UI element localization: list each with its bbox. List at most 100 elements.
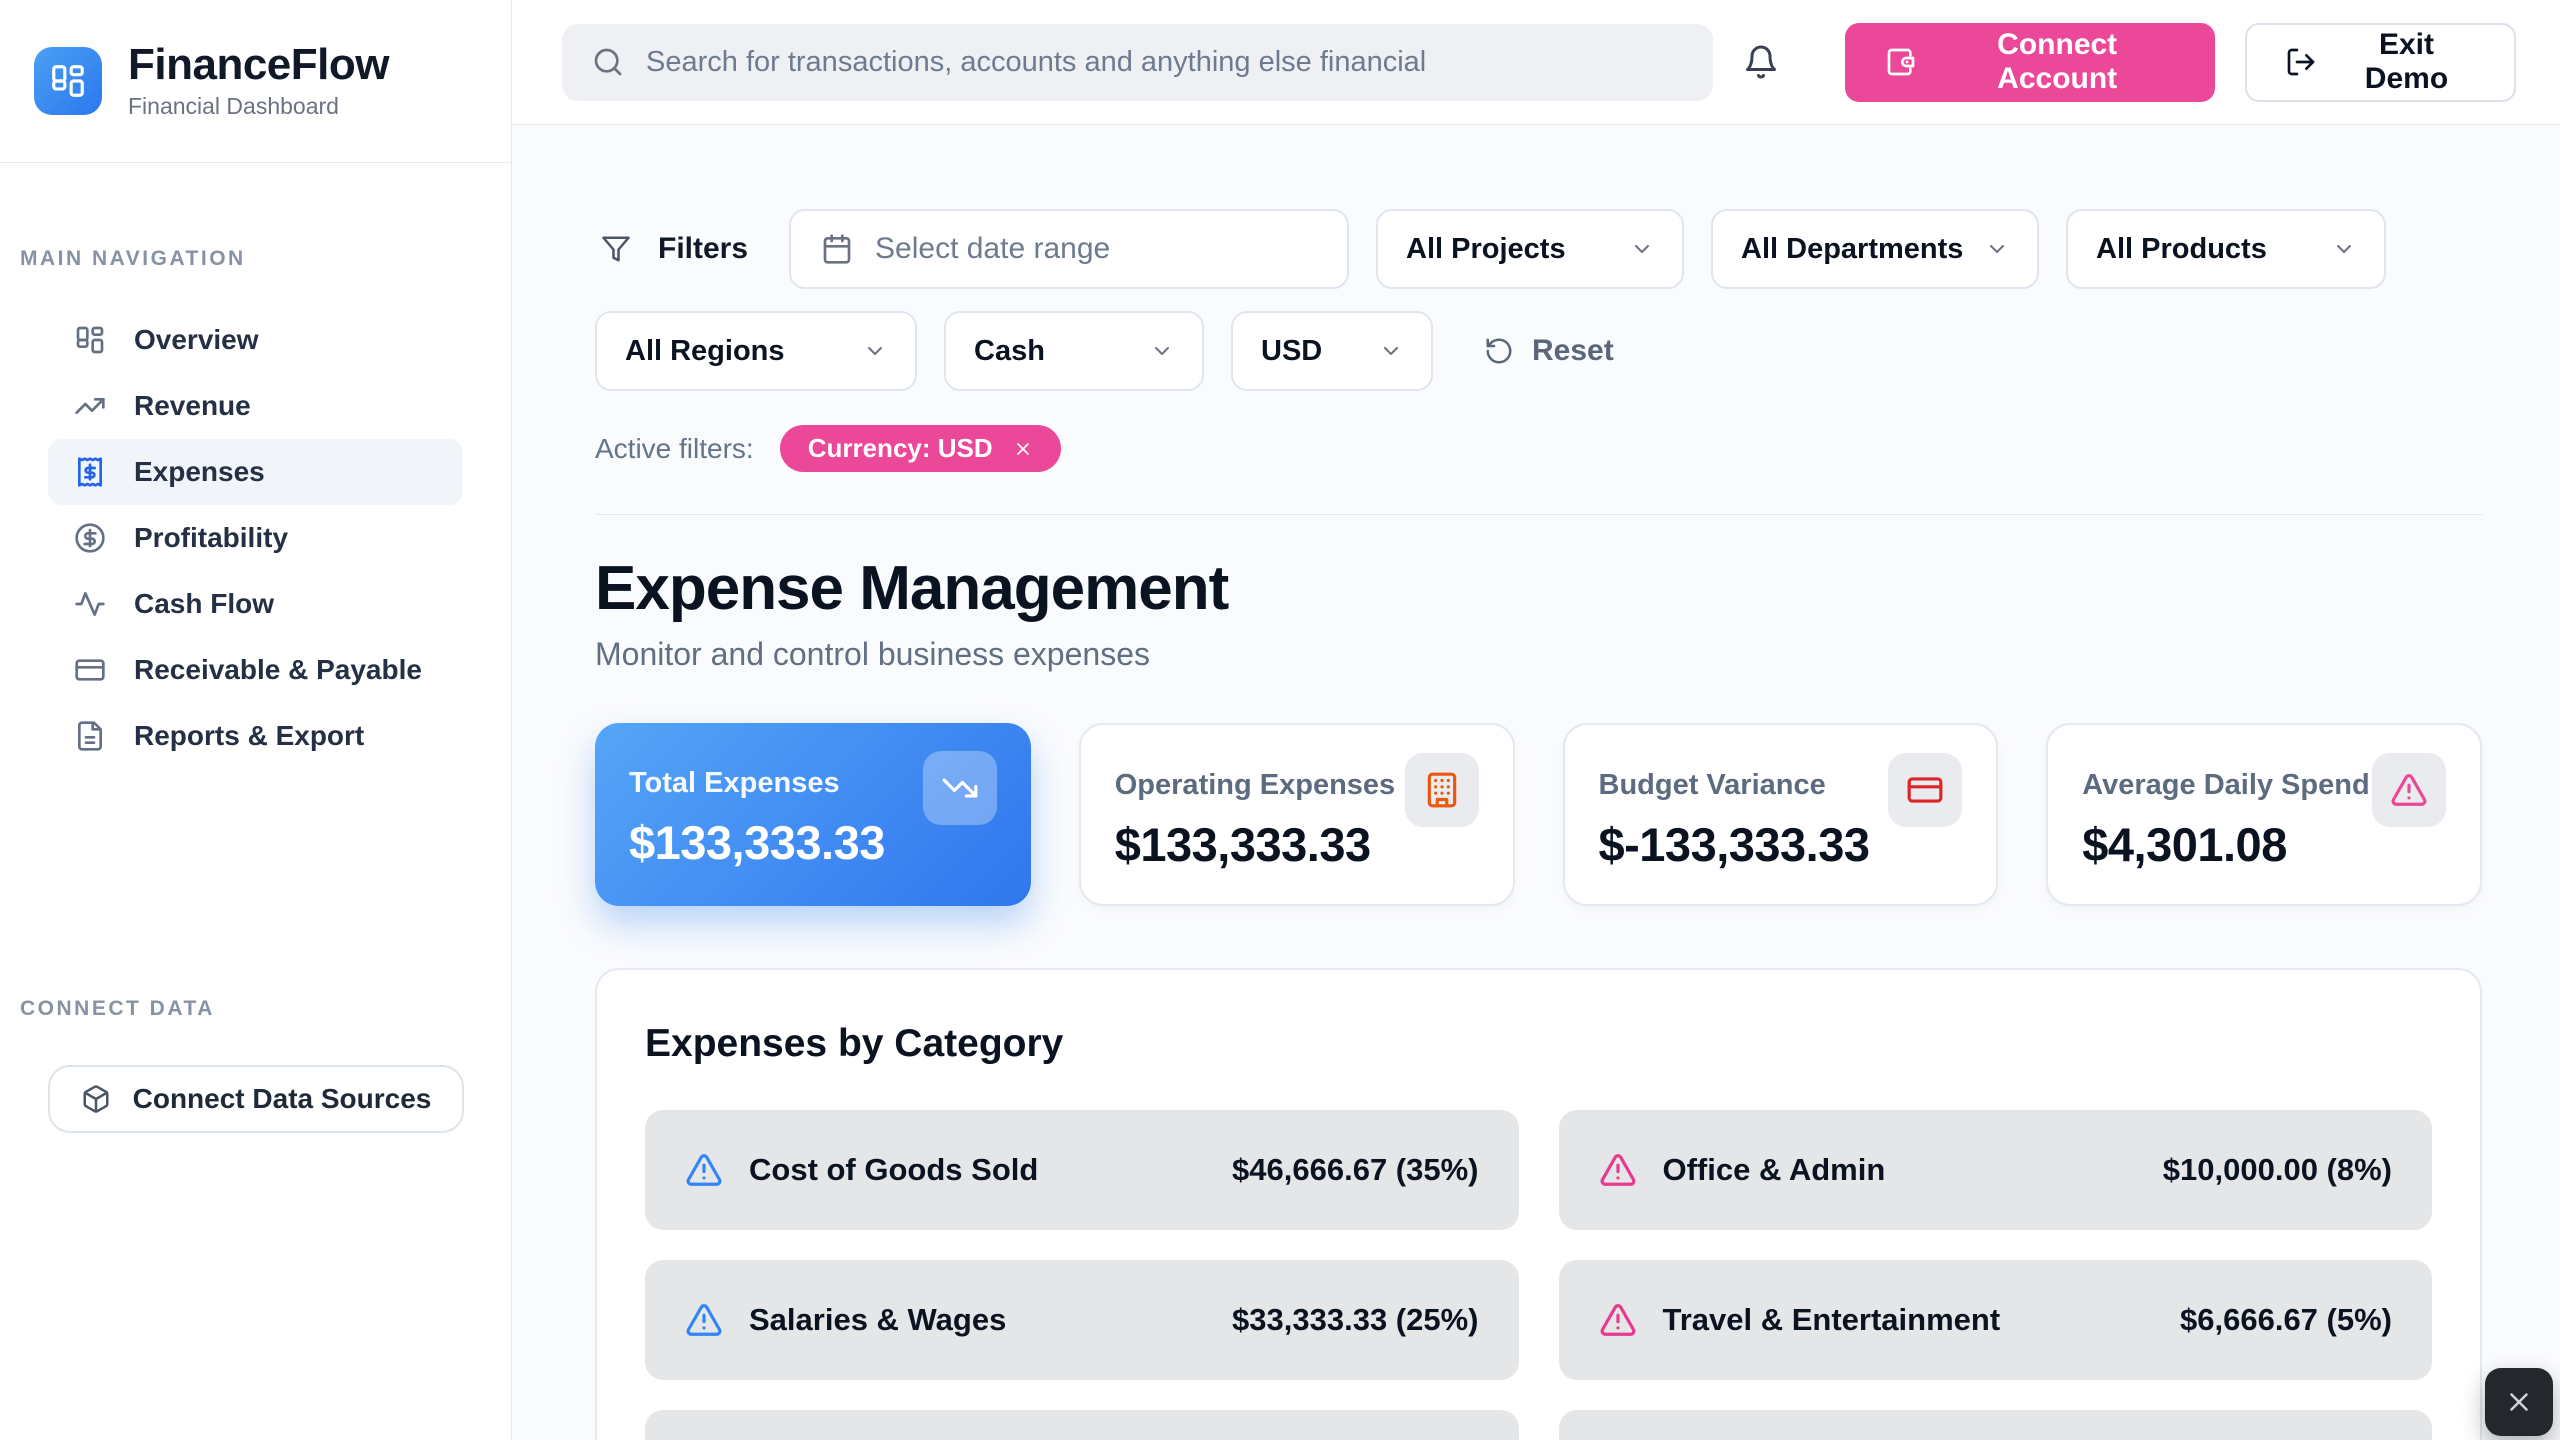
sidebar-item-receivable-payable[interactable]: Receivable & Payable <box>48 637 463 703</box>
chevron-down-icon <box>1630 237 1654 261</box>
stat-card-average-daily-spend: Average Daily Spend $4,301.08 <box>2046 723 2482 906</box>
active-filter-chip-label: Currency: USD <box>808 433 993 464</box>
search-input[interactable] <box>644 45 1683 80</box>
exit-demo-button[interactable]: Exit Demo <box>2245 23 2516 102</box>
category-row-office-admin: Office & Admin $10,000.00 (8%) <box>1559 1110 2433 1230</box>
chevron-down-icon <box>1150 339 1174 363</box>
dashboard-grid-icon <box>74 324 106 356</box>
sidebar-item-label: Reports & Export <box>134 720 364 752</box>
building-icon <box>1405 753 1479 827</box>
category-value: $46,666.67 (35%) <box>1232 1152 1478 1188</box>
credit-card-icon <box>1888 753 1962 827</box>
category-row-travel-entertainment: Travel & Entertainment $6,666.67 (5%) <box>1559 1260 2433 1380</box>
stat-card-total-expenses: Total Expenses $133,333.33 <box>595 723 1031 906</box>
brand-subtitle: Financial Dashboard <box>128 93 389 120</box>
category-name: Salaries & Wages <box>749 1302 1006 1338</box>
reset-filters-button[interactable]: Reset <box>1478 333 1620 369</box>
close-overlay-button[interactable] <box>2485 1368 2553 1436</box>
sidebar-item-expenses[interactable]: Expenses <box>48 439 463 505</box>
products-select[interactable]: All Products <box>2066 209 2386 289</box>
main-content: Filters Select date range All Projects A… <box>512 125 2560 1440</box>
category-row-marketing: Marketing $20,000.00 (15%) <box>645 1410 1519 1440</box>
accounting-basis-select[interactable]: Cash <box>944 311 1204 391</box>
alert-triangle-icon <box>685 1151 723 1189</box>
stat-label: Total Expenses <box>629 751 840 800</box>
wallet-icon <box>1885 46 1917 78</box>
category-row-professional-services: Professional Services $3,333.33 (3%) <box>1559 1410 2433 1440</box>
notifications-button[interactable] <box>1743 40 1785 84</box>
expenses-by-category-heading: Expenses by Category <box>645 1022 2432 1066</box>
stat-cards: Total Expenses $133,333.33 Operating Exp… <box>595 723 2482 906</box>
stat-label: Budget Variance <box>1599 753 1826 802</box>
alert-triangle-icon <box>2372 753 2446 827</box>
connect-data-sources-button[interactable]: Connect Data Sources <box>48 1065 464 1133</box>
page-title: Expense Management <box>595 553 2482 624</box>
filters-row-2: All Regions Cash USD Reset <box>595 311 2482 391</box>
alert-triangle-icon <box>685 1301 723 1339</box>
trending-down-icon <box>923 751 997 825</box>
products-select-value: All Products <box>2096 233 2267 266</box>
document-icon <box>74 720 106 752</box>
active-filters-row: Active filters: Currency: USD <box>595 425 2482 472</box>
alert-triangle-icon <box>1599 1301 1637 1339</box>
credit-card-icon <box>74 654 106 686</box>
chevron-down-icon <box>1379 339 1403 363</box>
category-value: $10,000.00 (8%) <box>2163 1152 2392 1188</box>
brand: FinanceFlow Financial Dashboard <box>0 0 511 163</box>
stat-card-budget-variance: Budget Variance $-133,333.33 <box>1563 723 1999 906</box>
departments-select-value: All Departments <box>1741 233 1963 266</box>
cube-icon <box>81 1084 111 1114</box>
category-name: Travel & Entertainment <box>1663 1302 2001 1338</box>
stat-card-operating-expenses: Operating Expenses $133,333.33 <box>1079 723 1515 906</box>
sidebar-item-revenue[interactable]: Revenue <box>48 373 463 439</box>
funnel-icon <box>601 234 631 264</box>
sidebar-item-label: Cash Flow <box>134 588 274 620</box>
category-value: $6,666.67 (5%) <box>2180 1302 2392 1338</box>
accounting-basis-value: Cash <box>974 335 1045 368</box>
stat-label: Operating Expenses <box>1115 753 1395 802</box>
departments-select[interactable]: All Departments <box>1711 209 2039 289</box>
sidebar-item-profitability[interactable]: Profitability <box>48 505 463 571</box>
projects-select[interactable]: All Projects <box>1376 209 1684 289</box>
activity-icon <box>74 588 106 620</box>
connect-account-button[interactable]: Connect Account <box>1845 23 2215 102</box>
connect-data-heading: CONNECT DATA <box>20 997 511 1021</box>
sidebar-item-cash-flow[interactable]: Cash Flow <box>48 571 463 637</box>
currency-select[interactable]: USD <box>1231 311 1433 391</box>
active-filter-chip[interactable]: Currency: USD <box>780 425 1061 472</box>
sidebar-item-label: Revenue <box>134 390 251 422</box>
chevron-down-icon <box>863 339 887 363</box>
bell-icon <box>1743 44 1779 80</box>
sidebar-item-label: Receivable & Payable <box>134 654 422 686</box>
sidebar-item-label: Overview <box>134 324 259 356</box>
regions-select[interactable]: All Regions <box>595 311 917 391</box>
connect-data-sources-label: Connect Data Sources <box>133 1083 432 1115</box>
sidebar-item-overview[interactable]: Overview <box>48 307 463 373</box>
filters-row-1: Filters Select date range All Projects A… <box>595 209 2482 289</box>
chevron-down-icon <box>2332 237 2356 261</box>
exit-demo-label: Exit Demo <box>2337 28 2476 96</box>
search-bar[interactable] <box>562 24 1713 101</box>
alert-triangle-icon <box>1599 1151 1637 1189</box>
category-row-cost-of-goods-sold: Cost of Goods Sold $46,666.67 (35%) <box>645 1110 1519 1230</box>
brand-logo-icon <box>34 47 102 115</box>
date-range-input[interactable]: Select date range <box>789 209 1349 289</box>
category-grid: Cost of Goods Sold $46,666.67 (35%) Offi… <box>645 1110 2432 1440</box>
nav-heading: MAIN NAVIGATION <box>20 247 511 271</box>
dollar-circle-icon <box>74 522 106 554</box>
filters-label: Filters <box>658 232 748 266</box>
date-range-placeholder: Select date range <box>875 232 1110 266</box>
sidebar-item-reports-export[interactable]: Reports & Export <box>48 703 463 769</box>
topbar: Connect Account Exit Demo <box>512 0 2560 125</box>
chevron-down-icon <box>1985 237 2009 261</box>
remove-filter-icon[interactable] <box>1013 439 1033 459</box>
reset-label: Reset <box>1532 334 1614 368</box>
logout-icon <box>2285 46 2317 78</box>
close-icon <box>2504 1387 2534 1417</box>
trending-up-icon <box>74 390 106 422</box>
calendar-icon <box>821 233 853 265</box>
page-subtitle: Monitor and control business expenses <box>595 636 2482 673</box>
section-divider <box>595 514 2482 515</box>
sidebar-item-label: Expenses <box>134 456 265 488</box>
brand-name: FinanceFlow <box>128 42 389 88</box>
